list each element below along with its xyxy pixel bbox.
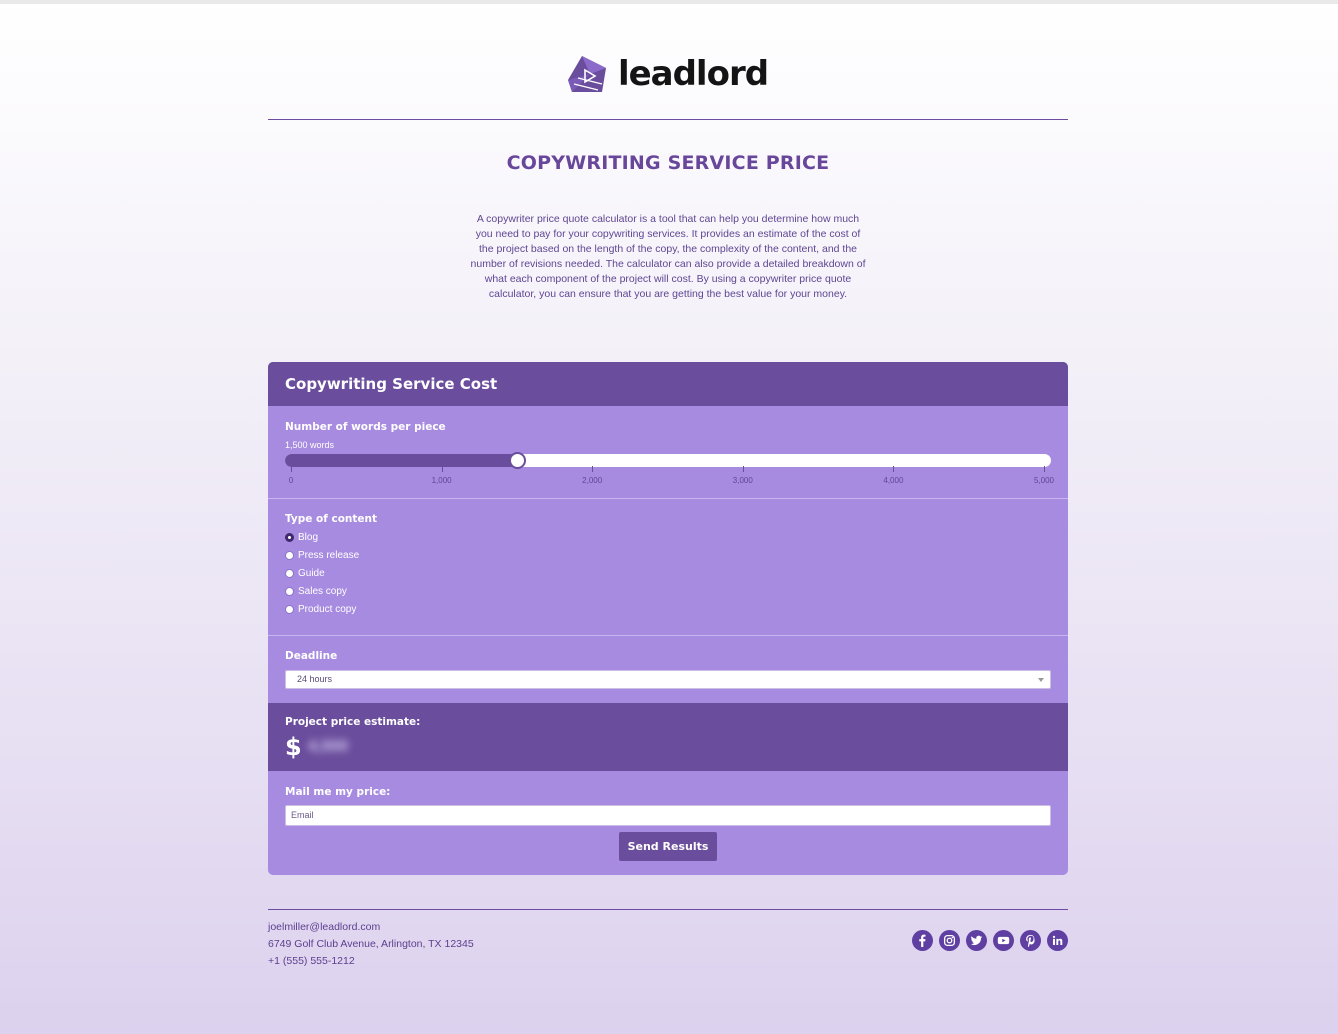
slider-tick [1044, 466, 1045, 472]
slider-tick-label: 5,000 [1033, 476, 1055, 485]
radio-product-copy[interactable]: Product copy [285, 602, 356, 616]
slider-tick [742, 466, 744, 472]
send-results-button[interactable]: Send Results [619, 832, 717, 861]
youtube-icon[interactable] [993, 930, 1014, 951]
calculator-card: Copywriting Service Cost Number of words… [268, 362, 1068, 875]
words-slider-fill [285, 454, 517, 467]
radio-label: Sales copy [298, 585, 347, 597]
footer-phone[interactable]: +1 (555) 555-1212 [268, 955, 355, 967]
pinterest-icon[interactable] [1020, 930, 1041, 951]
section-divider [268, 635, 1068, 636]
slider-tick-label: 4,000 [883, 476, 904, 485]
radio-label: Product copy [298, 603, 357, 615]
page-title: COPYWRITING SERVICE PRICE [506, 152, 830, 174]
words-label: Number of words per piece [285, 421, 446, 433]
slider-tick-label: 1,000 [431, 476, 452, 485]
slider-tick-label: 3,000 [732, 476, 753, 485]
radio-guide[interactable]: Guide [285, 566, 325, 580]
slider-tick [441, 466, 443, 472]
words-slider-handle[interactable] [508, 452, 526, 469]
currency-symbol: $ [285, 733, 302, 761]
brand-name: leadlord [617, 54, 769, 94]
estimate-label: Project price estimate: [285, 716, 421, 728]
email-input[interactable]: Email [285, 805, 1051, 826]
twitter-icon[interactable] [966, 930, 987, 951]
page-description: A copywriter price quote calculator is a… [470, 213, 866, 300]
section-divider [268, 498, 1068, 499]
words-value: 1,500 words [285, 440, 335, 450]
mail-label: Mail me my price: [285, 786, 391, 798]
radio-button[interactable] [285, 604, 294, 614]
price-estimate-panel: Project price estimate: $ 4,500 [268, 703, 1068, 771]
deadline-value: 24 hours [297, 674, 333, 684]
radio-blog[interactable]: Blog [285, 530, 318, 544]
instagram-icon[interactable] [939, 930, 960, 951]
browser-top-edge [0, 0, 1338, 4]
radio-button[interactable] [285, 532, 294, 542]
leadlord-logo-icon [567, 56, 606, 92]
radio-label: Guide [298, 567, 325, 579]
linkedin-icon[interactable] [1047, 930, 1068, 951]
deadline-label: Deadline [285, 650, 338, 662]
radio-sales-copy[interactable]: Sales copy [285, 584, 347, 598]
footer-address: 6749 Golf Club Avenue, Arlington, TX 123… [268, 938, 474, 950]
header-divider [268, 119, 1068, 120]
slider-tick-label: 2,000 [582, 476, 603, 485]
deadline-select[interactable]: 24 hours [285, 670, 1051, 689]
slider-tick-label: 0 [288, 476, 294, 485]
social-links [912, 930, 1068, 951]
radio-button[interactable] [285, 586, 294, 596]
words-slider[interactable] [285, 452, 1051, 469]
slider-tick [592, 466, 594, 472]
radio-button[interactable] [285, 568, 294, 578]
content-type-label: Type of content [285, 513, 378, 525]
slider-tick [893, 466, 895, 472]
chevron-down-icon [1038, 678, 1044, 682]
radio-label: Press release [298, 549, 360, 561]
slider-tick [291, 466, 292, 472]
radio-label: Blog [298, 531, 319, 543]
radio-button[interactable] [285, 550, 294, 560]
facebook-icon[interactable] [912, 930, 933, 951]
logo[interactable]: leadlord [268, 52, 1068, 96]
radio-press-release[interactable]: Press release [285, 548, 359, 562]
footer-email[interactable]: joelmiller@leadlord.com [268, 921, 380, 933]
calculator-title: Copywriting Service Cost [268, 362, 1068, 406]
estimate-value: 4,500 [308, 738, 349, 755]
footer-divider [268, 909, 1068, 910]
